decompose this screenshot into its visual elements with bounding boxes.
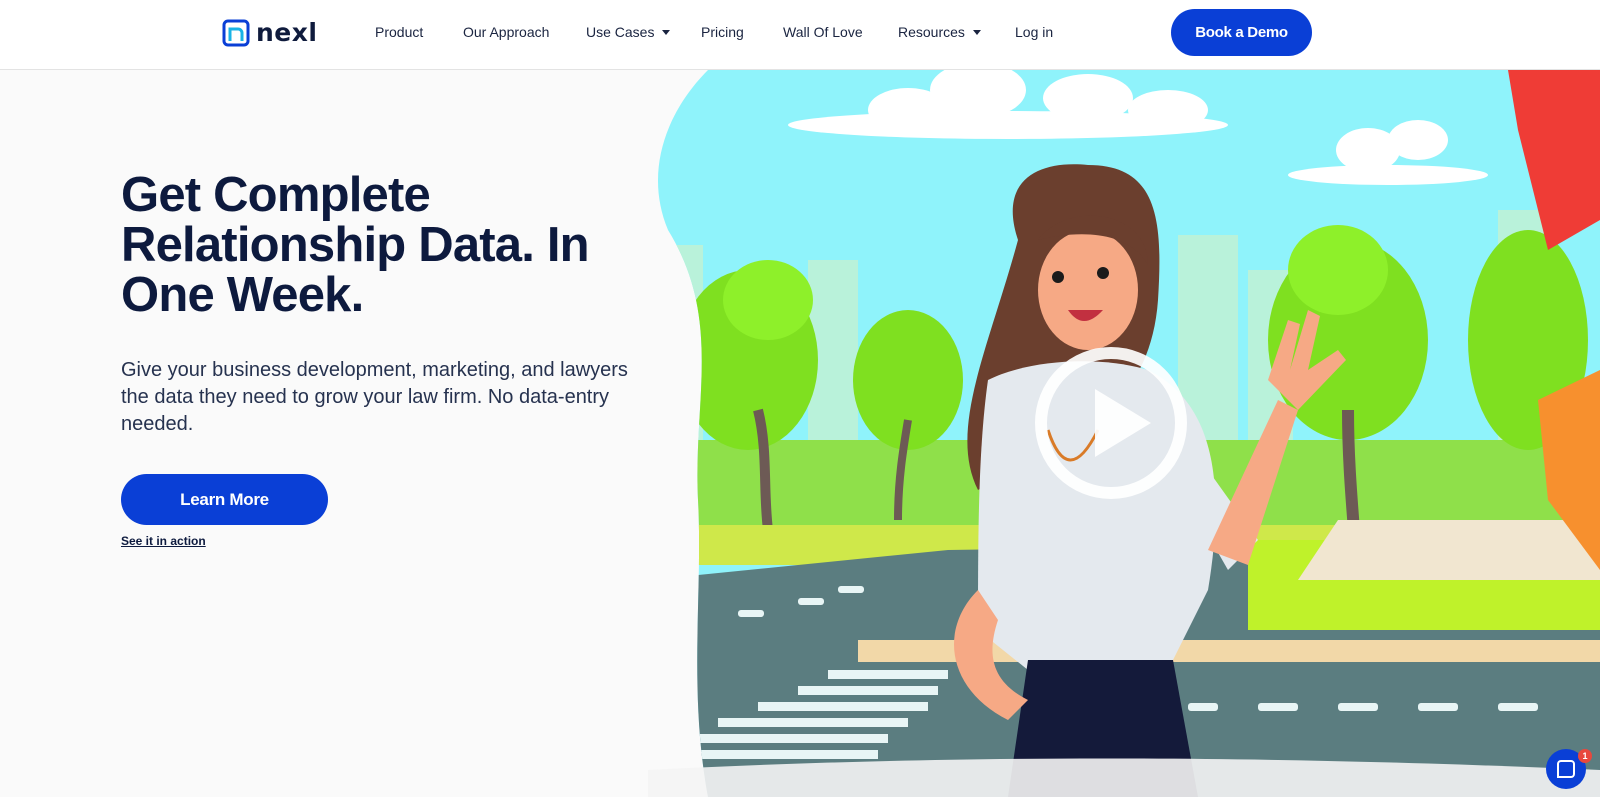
nav-pricing-label: Pricing	[701, 24, 744, 40]
top-nav: nexl Product Our Approach Use Cases Pric…	[0, 0, 1600, 70]
chat-bubble-icon	[1557, 760, 1575, 778]
play-video-button[interactable]	[1035, 347, 1187, 499]
nav-resources-label: Resources	[898, 24, 965, 40]
nexl-logo[interactable]: nexl	[222, 18, 317, 47]
book-demo-button[interactable]: Book a Demo	[1171, 9, 1312, 56]
nav-resources[interactable]: Resources	[898, 24, 981, 40]
chevron-down-icon	[662, 30, 671, 35]
nav-our-approach[interactable]: Our Approach	[463, 24, 549, 40]
nav-product-label: Product	[375, 24, 424, 40]
nav-wall-of-love[interactable]: Wall Of Love	[783, 24, 863, 40]
nav-log-in[interactable]: Log in	[1015, 24, 1053, 40]
nav-log-in-label: Log in	[1015, 24, 1054, 40]
nav-our-approach-label: Our Approach	[463, 24, 550, 40]
nav-product[interactable]: Product	[375, 24, 423, 40]
nav-use-cases-label: Use Cases	[586, 24, 655, 40]
brand-name: nexl	[256, 18, 318, 47]
chevron-down-icon	[972, 30, 981, 35]
see-it-in-action-link[interactable]: See it in action	[121, 534, 206, 548]
hero-subtitle: Give your business development, marketin…	[121, 359, 628, 435]
nav-wall-of-love-label: Wall Of Love	[783, 24, 863, 40]
chat-badge: 1	[1578, 749, 1592, 763]
learn-more-button[interactable]: Learn More	[121, 474, 328, 525]
nexl-logo-icon	[222, 19, 250, 46]
nav-use-cases[interactable]: Use Cases	[586, 24, 671, 40]
play-icon	[1095, 389, 1151, 457]
nav-pricing[interactable]: Pricing	[701, 24, 744, 40]
hero-title: Get Complete Relationship Data. In One W…	[121, 168, 590, 322]
